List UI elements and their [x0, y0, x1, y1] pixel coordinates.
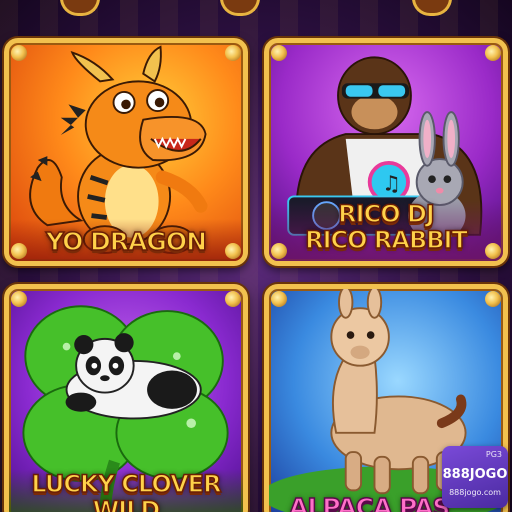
game-title: RICO DJ RICO RABBIT — [304, 200, 468, 254]
corner-gem — [271, 243, 287, 259]
corner-gem — [225, 45, 241, 61]
svg-text:♫: ♫ — [382, 171, 401, 196]
corner-gem — [485, 45, 501, 61]
brand-name: 888JOGO — [442, 467, 508, 482]
game-tile-yo-dragon[interactable]: YO DRAGON — [4, 38, 248, 266]
corner-gem — [11, 243, 27, 259]
corner-gem — [485, 243, 501, 259]
brand-url: 888jogo.com — [449, 488, 501, 497]
game-tile-rico-dj-rico-rabbit[interactable]: ♫ RICO DJ RICO RABBIT — [264, 38, 508, 266]
brand-watermark[interactable]: PG3 888JOGO 888jogo.com — [442, 446, 508, 508]
provider-label: PG3 — [485, 450, 502, 459]
game-title: YO DRAGON — [45, 227, 208, 256]
corner-gem — [225, 291, 241, 307]
corner-gem — [225, 243, 241, 259]
corner-gem — [11, 291, 27, 307]
corner-gem — [485, 291, 501, 307]
game-tile-lucky-clover-wild[interactable]: LUCKY CLOVER WILD — [4, 284, 248, 512]
corner-gem — [271, 291, 287, 307]
game-title: LUCKY CLOVER WILD — [31, 470, 223, 512]
corner-gem — [271, 45, 287, 61]
corner-gem — [11, 45, 27, 61]
